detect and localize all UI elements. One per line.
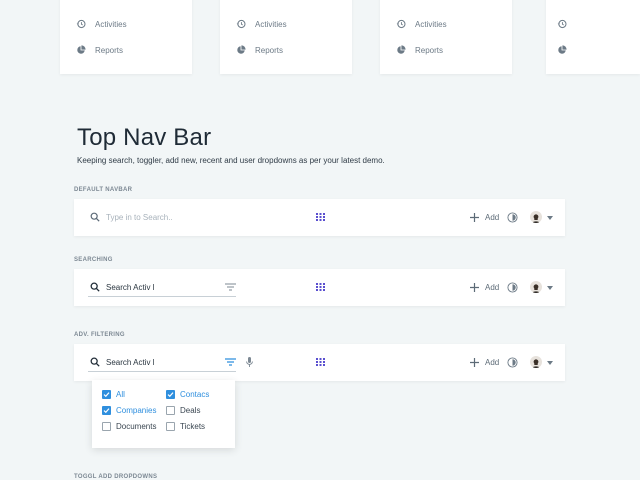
- search-input[interactable]: Type in to Search..: [106, 213, 173, 222]
- add-button[interactable]: Add: [470, 213, 499, 222]
- apps-grid-icon[interactable]: [316, 213, 325, 221]
- menu-card-1: Activities Reports: [60, 0, 192, 74]
- history-icon: [557, 19, 567, 29]
- menu-card-4: [546, 0, 640, 74]
- mic-icon[interactable]: [246, 357, 253, 367]
- filter-option-label: Documents: [116, 422, 157, 431]
- reports-label: Reports: [95, 45, 124, 55]
- checkbox-icon[interactable]: [166, 406, 175, 415]
- filter-option-label: Deals: [180, 406, 201, 415]
- checkbox-icon[interactable]: [166, 422, 175, 431]
- activities-label: Activities: [255, 19, 287, 29]
- user-avatar-icon: [531, 359, 541, 368]
- reports-label: Reports: [255, 45, 284, 55]
- plus-icon: [470, 213, 479, 222]
- plus-icon: [470, 283, 479, 292]
- searching-navbar: Search Activ l Add: [74, 269, 565, 306]
- activities-item[interactable]: Activities: [76, 19, 127, 29]
- reports-item[interactable]: Reports: [236, 45, 283, 55]
- apps-grid-icon[interactable]: [316, 358, 325, 366]
- history-icon: [76, 19, 86, 29]
- chevron-down-icon[interactable]: [547, 216, 553, 220]
- filter-option-tickets[interactable]: Tickets: [166, 422, 205, 431]
- apps-grid-icon[interactable]: [316, 283, 325, 291]
- activities-item[interactable]: Activities: [396, 19, 447, 29]
- page-title: Top Nav Bar: [77, 124, 212, 151]
- search-underline: [88, 371, 236, 372]
- activities-label: Activities: [95, 19, 127, 29]
- filter-option-contacts[interactable]: Contacs: [166, 390, 209, 399]
- plus-icon: [470, 358, 479, 367]
- activities-label: Activities: [415, 19, 447, 29]
- checkbox-icon[interactable]: [102, 390, 111, 399]
- add-label: Add: [485, 283, 500, 292]
- filter-option-label: Tickets: [180, 422, 206, 431]
- default-navbar: Type in to Search.. Add: [74, 199, 565, 236]
- search-icon: [90, 357, 100, 367]
- section-label-toggle: TOGGL ADD DROPDOWNS: [74, 474, 158, 480]
- activities-item[interactable]: Activities: [236, 19, 287, 29]
- filter-option-documents[interactable]: Documents: [102, 422, 156, 431]
- section-label-searching: SEARCHING: [74, 257, 113, 263]
- pie-chart-icon: [237, 45, 246, 54]
- recent-icon[interactable]: [507, 212, 518, 223]
- history-icon: [396, 19, 406, 29]
- section-label-default: DEFAULT NAVBAR: [74, 187, 133, 193]
- checkbox-icon[interactable]: [102, 422, 111, 431]
- search-icon: [90, 282, 100, 292]
- menu-card-2: Activities Reports: [220, 0, 352, 74]
- filter-option-label: All: [116, 390, 125, 399]
- adv-filter-navbar: Search Activ l Add: [74, 344, 565, 381]
- search-icon: [90, 212, 100, 222]
- filter-icon[interactable]: [225, 358, 236, 366]
- filter-option-companies[interactable]: Companies: [102, 406, 156, 415]
- filter-icon[interactable]: [225, 283, 236, 291]
- page-subtitle: Keeping search, toggler, add new, recent…: [77, 156, 385, 165]
- filter-option-all[interactable]: All: [102, 390, 125, 399]
- history-icon: [236, 19, 246, 29]
- add-label: Add: [485, 358, 500, 367]
- recent-icon[interactable]: [507, 282, 518, 293]
- checkbox-icon[interactable]: [102, 406, 111, 415]
- menu-card-3: Activities Reports: [380, 0, 512, 74]
- user-avatar-icon: [531, 284, 541, 293]
- filter-option-label: Contacs: [180, 390, 210, 399]
- chevron-down-icon[interactable]: [547, 286, 553, 290]
- add-button[interactable]: Add: [470, 283, 499, 292]
- search-input[interactable]: Search Activ l: [106, 283, 154, 292]
- reports-item[interactable]: Reports: [396, 45, 443, 55]
- reports-label: Reports: [415, 45, 444, 55]
- recent-icon[interactable]: [507, 357, 518, 368]
- pie-chart-icon: [397, 45, 406, 54]
- filter-dropdown: All Contacs Companies Deals Documents Ti…: [92, 380, 235, 448]
- reports-item[interactable]: Reports: [76, 45, 123, 55]
- reports-item[interactable]: [557, 45, 576, 55]
- checkbox-icon[interactable]: [166, 390, 175, 399]
- avatar[interactable]: [530, 356, 542, 368]
- search-underline: [88, 296, 236, 297]
- search-input[interactable]: Search Activ l: [106, 358, 154, 367]
- user-avatar-icon: [531, 214, 541, 223]
- add-button[interactable]: Add: [470, 358, 499, 367]
- avatar[interactable]: [530, 281, 542, 293]
- avatar[interactable]: [530, 211, 542, 223]
- filter-option-deals[interactable]: Deals: [166, 406, 200, 415]
- chevron-down-icon[interactable]: [547, 361, 553, 365]
- add-label: Add: [485, 213, 500, 222]
- pie-chart-icon: [558, 45, 567, 54]
- pie-chart-icon: [77, 45, 86, 54]
- section-label-adv: ADV. FILTERING: [74, 332, 125, 338]
- activities-item[interactable]: [557, 19, 576, 29]
- filter-option-label: Companies: [116, 406, 157, 415]
